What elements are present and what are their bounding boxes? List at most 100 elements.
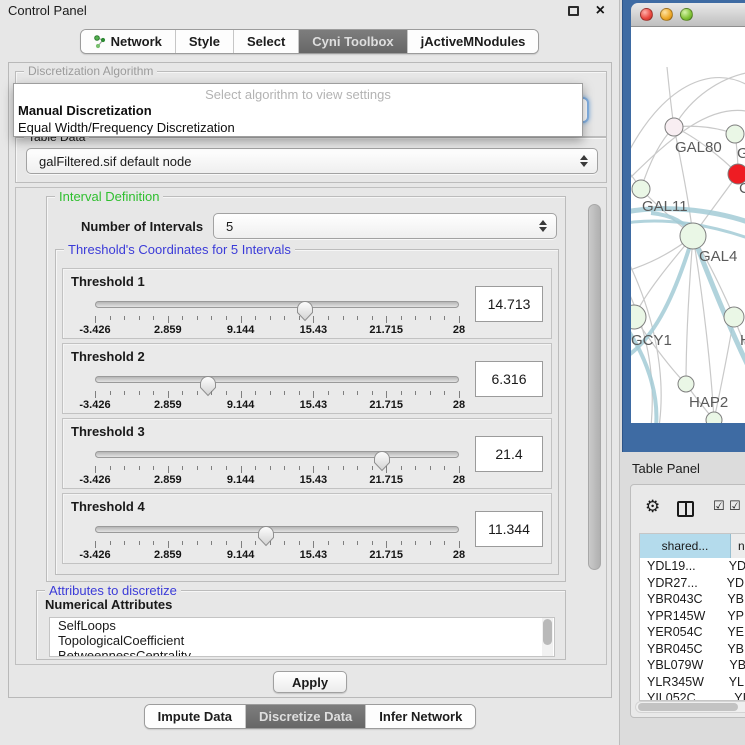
cell-name[interactable]: YER0 <box>720 624 745 641</box>
cell-shared-name[interactable]: YIL052C <box>640 690 727 701</box>
cell-shared-name[interactable]: YER054C <box>640 624 720 641</box>
thresholds-group-title: Threshold's Coordinates for 5 Intervals <box>64 242 295 257</box>
column-header-name[interactable]: na <box>731 534 745 558</box>
cell-name[interactable]: YBL0 <box>722 657 745 674</box>
threshold-value-field[interactable]: 6.316 <box>475 361 543 397</box>
node-label-hap2: HAP2 <box>689 394 728 411</box>
cell-name[interactable]: YBR0 <box>720 591 745 608</box>
network-edge[interactable] <box>641 127 674 189</box>
table-row[interactable]: YER054CYER0 <box>640 624 745 641</box>
settings-vertical-scrollbar[interactable] <box>588 204 601 570</box>
float-window-icon[interactable] <box>568 6 579 16</box>
cell-shared-name[interactable]: YDR27... <box>640 575 720 592</box>
table-row[interactable]: YBR045CYBR0 <box>640 641 745 658</box>
node-gal4[interactable] <box>680 223 706 249</box>
cell-shared-name[interactable]: YBR043C <box>640 591 720 608</box>
attribute-item[interactable]: BetweennessCentrality <box>50 648 554 657</box>
node-gal80[interactable] <box>665 118 683 136</box>
slider-track[interactable] <box>95 301 459 308</box>
network-view-window: GAL80GACGAL11GAL4GCY1HHAP2 <box>622 0 745 452</box>
cell-shared-name[interactable]: YPR145W <box>640 608 720 625</box>
slider-track[interactable] <box>95 526 459 533</box>
cell-name[interactable]: YLR3 <box>722 674 745 691</box>
cell-name[interactable]: YIL0 <box>727 690 745 701</box>
cell-name[interactable]: YDR2 <box>720 575 745 592</box>
network-edge[interactable] <box>634 236 693 317</box>
cell-shared-name[interactable]: YLR345W <box>640 674 722 691</box>
close-icon[interactable]: × <box>596 0 605 22</box>
table-horizontal-scrollbar[interactable] <box>635 701 745 713</box>
threshold-slider-1[interactable]: -3.4262.8599.14415.4321.71528 <box>95 295 459 335</box>
table-data-combobox[interactable]: galFiltered.sif default node <box>26 148 598 174</box>
slider-track[interactable] <box>95 451 459 458</box>
tab-impute-data-label: Impute Data <box>158 709 232 724</box>
threshold-value-field[interactable]: 21.4 <box>475 436 543 472</box>
tab-impute-data[interactable]: Impute Data <box>145 705 245 728</box>
popup-option-manual-discretization[interactable]: Manual Discretization <box>14 102 582 119</box>
gear-icon[interactable]: ⚙ <box>645 497 660 517</box>
threshold-value-field[interactable]: 14.713 <box>475 286 543 322</box>
tab-select[interactable]: Select <box>233 30 298 53</box>
threshold-panel-1: Threshold 1-3.4262.8599.14415.4321.71528… <box>62 268 552 339</box>
close-traffic-icon[interactable] <box>640 8 653 21</box>
node-bottom[interactable] <box>706 412 722 423</box>
cell-name[interactable]: YPR1 <box>720 608 745 625</box>
tab-cyni-toolbox[interactable]: Cyni Toolbox <box>298 30 406 53</box>
algorithm-popup-hint: Select algorithm to view settings <box>14 84 582 102</box>
table-row[interactable]: YDL19...YDL1 <box>640 558 745 575</box>
cell-shared-name[interactable]: YBR045C <box>640 641 720 658</box>
node-gal11[interactable] <box>632 180 650 198</box>
cyni-toolbox-panel: Discretization Algorithm Table Data galF… <box>8 62 612 698</box>
checkbox-checked-icon[interactable]: ☑ <box>713 499 725 514</box>
attributes-group-title: Attributes to discretize <box>45 583 181 598</box>
tab-style[interactable]: Style <box>175 30 233 53</box>
network-edge[interactable] <box>674 72 745 127</box>
table-row[interactable]: YBL079WYBL0 <box>640 657 745 674</box>
checkbox-checked-icon[interactable]: ☑ <box>729 499 741 514</box>
apply-button[interactable]: Apply <box>273 671 347 693</box>
node-label-gal11: GAL11 <box>642 198 688 215</box>
table-row[interactable]: YLR345WYLR3 <box>640 674 745 691</box>
cell-shared-name[interactable]: YBL079W <box>640 657 722 674</box>
numerical-attributes-list[interactable]: SelfLoopsTopologicalCoefficientBetweenne… <box>49 617 555 657</box>
threshold-slider-4[interactable]: -3.4262.8599.14415.4321.71528 <box>95 520 459 560</box>
tab-infer-network[interactable]: Infer Network <box>365 705 475 728</box>
slider-scale-labels: -3.4262.8599.14415.4321.71528 <box>95 324 459 336</box>
column-header-shared[interactable]: shared... <box>640 534 731 558</box>
attributes-list-scrollbar[interactable] <box>542 618 553 656</box>
attributes-group: Attributes to discretize Numerical Attri… <box>36 590 566 660</box>
tab-discretize-data[interactable]: Discretize Data <box>245 705 365 728</box>
attribute-item[interactable]: SelfLoops <box>50 618 554 633</box>
tab-network[interactable]: Network <box>81 30 175 53</box>
network-canvas[interactable]: GAL80GACGAL11GAL4GCY1HHAP2 <box>631 27 745 423</box>
settings-scroll-panel: Interval Definition Number of Intervals … <box>15 187 607 665</box>
tab-jactivemnodules[interactable]: jActiveMNodules <box>407 30 539 53</box>
threshold-value-field[interactable]: 11.344 <box>475 511 543 547</box>
node-right-top[interactable] <box>726 125 744 143</box>
zoom-traffic-icon[interactable] <box>680 8 693 21</box>
slider-track[interactable] <box>95 376 459 383</box>
popup-option-equal-width-frequency[interactable]: Equal Width/Frequency Discretization <box>14 119 582 136</box>
node-label-ga: GA <box>737 145 745 162</box>
node-label-gal80: GAL80 <box>675 139 722 156</box>
threshold-panel-3: Threshold 3-3.4262.8599.14415.4321.71528… <box>62 418 552 489</box>
node-label-gal4: GAL4 <box>699 248 737 265</box>
cell-name[interactable]: YBR0 <box>720 641 745 658</box>
interval-definition-group: Interval Definition Number of Intervals … <box>46 196 566 582</box>
cell-shared-name[interactable]: YDL19... <box>640 558 722 575</box>
table-row[interactable]: YIL052CYIL0 <box>640 690 745 701</box>
number-of-intervals-spinner[interactable]: 5 <box>213 213 557 239</box>
split-columns-icon[interactable] <box>677 501 694 517</box>
cell-name[interactable]: YDL1 <box>722 558 745 575</box>
node-hap2[interactable] <box>678 376 694 392</box>
attribute-item[interactable]: TopologicalCoefficient <box>50 633 554 648</box>
table-row[interactable]: YDR27...YDR2 <box>640 575 745 592</box>
minimize-traffic-icon[interactable] <box>660 8 673 21</box>
node-h[interactable] <box>724 307 744 327</box>
table-row[interactable]: YBR043CYBR0 <box>640 591 745 608</box>
node-gcy1[interactable] <box>631 305 646 329</box>
table-row[interactable]: YPR145WYPR1 <box>640 608 745 625</box>
threshold-slider-3[interactable]: -3.4262.8599.14415.4321.71528 <box>95 445 459 485</box>
spinner-arrows-icon <box>539 220 547 232</box>
threshold-slider-2[interactable]: -3.4262.8599.14415.4321.71528 <box>95 370 459 410</box>
